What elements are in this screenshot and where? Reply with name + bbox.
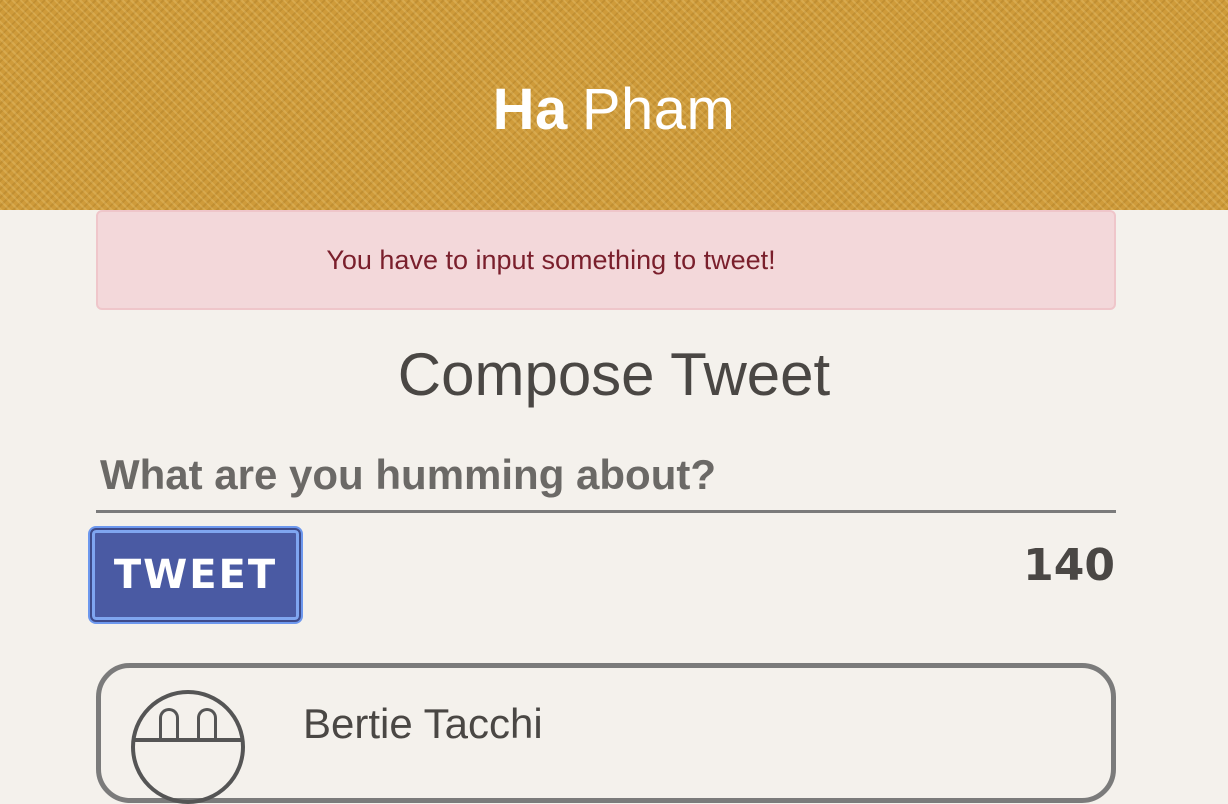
- user-name-heading: Ha Pham: [493, 76, 736, 143]
- tweet-button[interactable]: TWEET: [90, 528, 301, 622]
- tweet-input[interactable]: [96, 440, 1116, 513]
- compose-title: Compose Tweet: [397, 341, 831, 408]
- user-first-name: Ha: [492, 76, 568, 142]
- avatar-ear-right: [197, 708, 217, 738]
- avatar-icon: [131, 690, 245, 804]
- user-last-name: Pham: [581, 76, 736, 142]
- tweet-author-name: Bertie Tacchi: [303, 700, 543, 747]
- tweet-card: Bertie Tacchi: [96, 663, 1116, 804]
- avatar-band: [135, 738, 241, 742]
- char-counter: 140: [1023, 540, 1115, 591]
- error-alert-message: You have to input something to tweet!: [326, 244, 776, 275]
- error-alert: You have to input something to tweet!: [96, 210, 1116, 310]
- page-header: Ha Pham: [0, 0, 1228, 210]
- avatar-ear-left: [159, 708, 179, 738]
